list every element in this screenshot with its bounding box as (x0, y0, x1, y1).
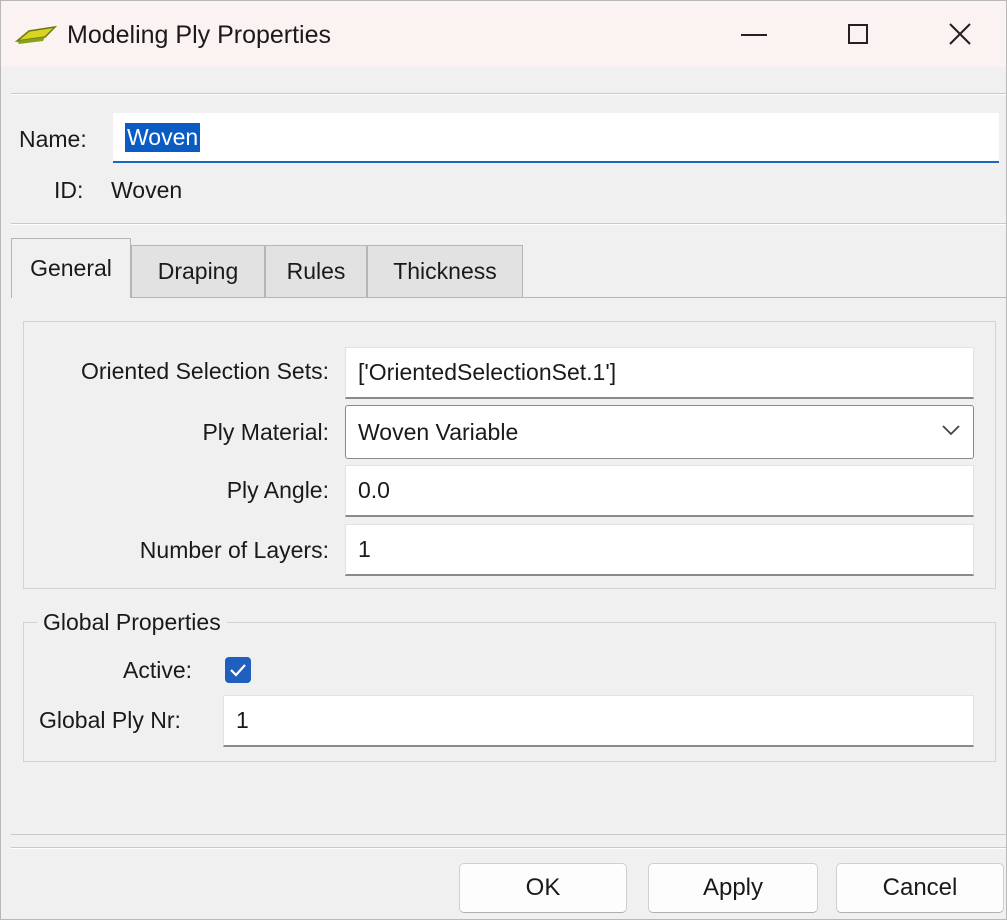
global-ply-nr-value: 1 (236, 707, 249, 733)
ply-angle-label: Ply Angle: (226, 477, 329, 503)
divider (11, 848, 1006, 849)
global-ply-nr-field[interactable]: 1 (223, 695, 974, 747)
number-of-layers-value: 1 (358, 536, 371, 562)
cancel-button[interactable]: Cancel (836, 863, 1004, 913)
name-label: Name: (19, 126, 87, 152)
ply-material-value: Woven Variable (358, 418, 519, 445)
tab-label: Thickness (393, 258, 497, 284)
name-input[interactable]: Woven (113, 113, 999, 163)
close-icon (949, 23, 971, 45)
global-ply-nr-label: Global Ply Nr: (39, 707, 181, 733)
tab-general[interactable]: General (11, 238, 131, 298)
id-label: ID: (54, 177, 84, 203)
active-checkbox[interactable] (225, 657, 251, 683)
close-button[interactable] (914, 1, 1006, 67)
modeling-ply-properties-dialog: Modeling Ply Properties Name: Woven ID: … (0, 0, 1007, 920)
divider (11, 94, 1006, 95)
ply-material-dropdown[interactable]: Woven Variable (345, 405, 974, 459)
ply-angle-field[interactable]: 0.0 (345, 465, 974, 517)
name-value: Woven (125, 123, 201, 152)
tab-rules[interactable]: Rules (265, 245, 367, 297)
minimize-icon (741, 34, 767, 36)
oriented-selection-sets-value: ['OrientedSelectionSet.1'] (358, 359, 617, 385)
global-properties-title: Global Properties (37, 609, 227, 636)
tab-label: Rules (286, 258, 346, 284)
oriented-selection-sets-field[interactable]: ['OrientedSelectionSet.1'] (345, 347, 974, 399)
ply-material-label: Ply Material: (202, 419, 329, 445)
oriented-selection-sets-label: Oriented Selection Sets: (80, 358, 329, 384)
number-of-layers-label: Number of Layers: (139, 537, 329, 563)
tab-draping[interactable]: Draping (131, 245, 265, 297)
title-bar[interactable]: Modeling Ply Properties (1, 1, 1006, 67)
chevron-down-icon (942, 425, 960, 436)
apply-button[interactable]: Apply (648, 863, 818, 913)
divider (11, 834, 1006, 835)
number-of-layers-field[interactable]: 1 (345, 524, 974, 576)
divider (11, 224, 1006, 225)
ply-icon (15, 25, 57, 44)
tab-label: General (30, 255, 112, 281)
maximize-icon (848, 24, 868, 44)
maximize-button[interactable] (812, 1, 904, 67)
window-title: Modeling Ply Properties (67, 21, 332, 49)
ply-angle-value: 0.0 (358, 477, 390, 503)
minimize-button[interactable] (708, 1, 800, 67)
ok-button[interactable]: OK (459, 863, 627, 913)
active-label: Active: (123, 657, 193, 683)
tab-label: Draping (157, 258, 239, 284)
id-value: Woven (111, 177, 183, 203)
tab-thickness[interactable]: Thickness (367, 245, 523, 297)
checkmark-icon (230, 664, 246, 677)
